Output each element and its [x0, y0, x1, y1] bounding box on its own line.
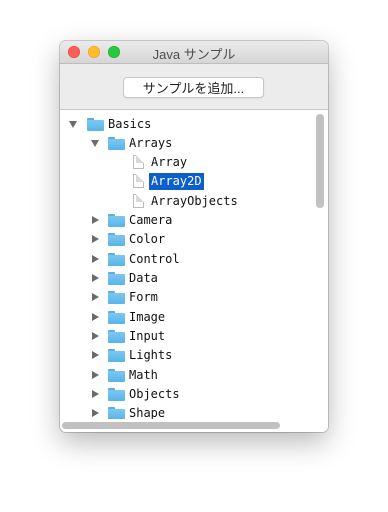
tree-node-label: Control [129, 252, 180, 266]
disclosure-right-icon[interactable] [92, 351, 99, 359]
tree-node-label: ArrayObjects [151, 194, 238, 208]
tree-node-label: Math [129, 368, 158, 382]
tree-node-label: Lights [129, 348, 173, 362]
tree-file-arrayobjects[interactable]: ArrayObjects [60, 192, 310, 211]
horizontal-scrollbar[interactable] [62, 422, 280, 429]
disclosure-right-icon[interactable] [92, 409, 99, 417]
folder-icon [108, 214, 125, 227]
tree-node-image[interactable]: Image [60, 308, 310, 327]
tree-node-color[interactable]: Color [60, 230, 310, 249]
java-samples-window: Java サンプル サンプルを追加... Basics Arrays Array [60, 41, 328, 432]
tree-node-label: Input [129, 329, 166, 343]
tree-node-basics[interactable]: Basics [60, 115, 310, 134]
file-icon [133, 155, 144, 169]
tree-node-arrays[interactable]: Arrays [60, 134, 310, 153]
disclosure-right-icon[interactable] [92, 255, 99, 263]
disclosure-right-icon[interactable] [92, 274, 99, 282]
folder-icon [108, 349, 125, 362]
tree-node-label: Image [129, 310, 166, 324]
folder-icon [108, 253, 125, 266]
tree-node-label: Color [129, 232, 166, 246]
tree-node-label: Arrays [129, 136, 173, 150]
disclosure-down-icon[interactable] [91, 140, 99, 147]
tree-node-objects[interactable]: Objects [60, 385, 310, 404]
disclosure-right-icon[interactable] [92, 371, 99, 379]
tree-node-label-selected: Array2D [149, 173, 204, 190]
tree-node-label: Objects [129, 387, 180, 401]
tree-node-label: Camera [129, 213, 173, 227]
folder-icon [108, 291, 125, 304]
tree-node-input[interactable]: Input [60, 327, 310, 346]
folder-icon [108, 407, 125, 419]
folder-icon [108, 233, 125, 246]
folder-icon [108, 137, 125, 150]
tree-node-lights[interactable]: Lights [60, 346, 310, 365]
disclosure-right-icon[interactable] [92, 332, 99, 340]
folder-icon [108, 272, 125, 285]
disclosure-right-icon[interactable] [92, 216, 99, 224]
folder-icon [108, 369, 125, 382]
tree-node-label: Data [129, 271, 158, 285]
tree-node-control[interactable]: Control [60, 250, 310, 269]
tree-node-label: Basics [108, 117, 152, 131]
toolbar: サンプルを追加... [60, 64, 328, 109]
tree-file-array2d[interactable]: Array2D [60, 172, 310, 191]
folder-icon [87, 118, 104, 131]
vertical-scrollbar[interactable] [316, 114, 324, 208]
folder-icon [108, 388, 125, 401]
tree-node-label: Shape [129, 406, 166, 419]
file-icon [133, 174, 144, 188]
tree-node-camera[interactable]: Camera [60, 211, 310, 230]
tree-file-array[interactable]: Array [60, 153, 310, 172]
tree-node-data[interactable]: Data [60, 269, 310, 288]
disclosure-down-icon[interactable] [69, 121, 77, 128]
window-title: Java サンプル [152, 47, 236, 62]
file-icon [133, 194, 144, 208]
folder-icon [108, 330, 125, 343]
title-bar[interactable]: Java サンプル [60, 41, 328, 64]
tree-node-label: Form [129, 290, 158, 304]
tree-node-math[interactable]: Math [60, 366, 310, 385]
tree-node-form[interactable]: Form [60, 288, 310, 307]
folder-icon [108, 311, 125, 324]
disclosure-right-icon[interactable] [92, 313, 99, 321]
sample-tree[interactable]: Basics Arrays Array Array2D ArrayObjects [60, 110, 312, 419]
add-sample-button[interactable]: サンプルを追加... [123, 77, 264, 98]
sample-tree-panel: Basics Arrays Array Array2D ArrayObjects [60, 109, 328, 432]
tree-node-label: Array [151, 155, 188, 169]
disclosure-right-icon[interactable] [92, 293, 99, 301]
tree-node-shape[interactable]: Shape [60, 404, 310, 419]
disclosure-right-icon[interactable] [92, 235, 99, 243]
disclosure-right-icon[interactable] [92, 390, 99, 398]
